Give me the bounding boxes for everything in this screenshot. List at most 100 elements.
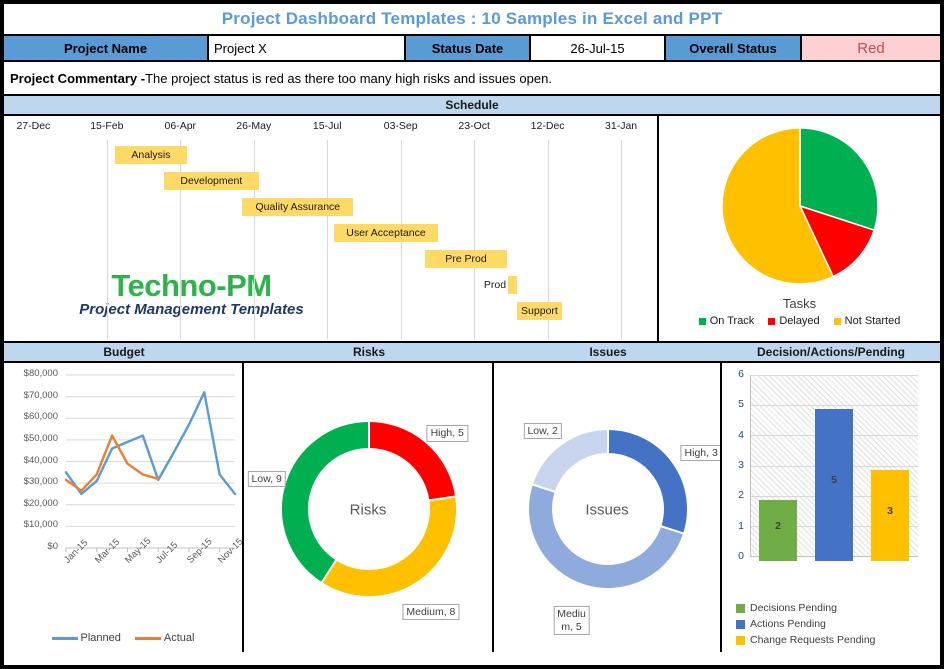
- budget-section-title: Budget: [4, 343, 244, 361]
- legend-swatch: [768, 318, 775, 325]
- donut-slice[interactable]: [528, 484, 684, 589]
- page-title: Project Dashboard Templates : 10 Samples…: [222, 9, 722, 29]
- gantt-task-bar[interactable]: Quality Assurance: [242, 198, 353, 216]
- gantt-task-bar[interactable]: Analysis: [115, 146, 187, 164]
- commentary-label: Project Commentary -: [10, 71, 145, 86]
- gantt-task-bar[interactable]: Pre Prod: [425, 250, 507, 268]
- commentary-text: The project status is red as there too m…: [145, 71, 552, 86]
- gantt-task-bar[interactable]: Development: [164, 172, 259, 190]
- decisions-plot: 0123456 253 Decisions PendingActions Pen…: [722, 363, 940, 652]
- bar-y-tick: 2: [722, 489, 744, 501]
- gantt-axis-tick: 15-Jul: [313, 120, 342, 132]
- decisions-legend: Decisions Pending Actions Pending Change R…: [736, 602, 876, 646]
- gantt-task-label: Quality Assurance: [256, 201, 341, 213]
- bar-gridline: [751, 405, 918, 406]
- legend-item[interactable]: Actions Pending: [736, 618, 876, 630]
- legend-label: On Track: [710, 315, 755, 327]
- legend-swatch: [736, 604, 745, 613]
- risks-section-title: Risks: [244, 343, 494, 361]
- budget-y-tick: $50,000: [4, 433, 58, 444]
- budget-y-tick: $40,000: [4, 455, 58, 466]
- project-commentary: Project Commentary - The project status …: [4, 62, 940, 96]
- dashboard-title-bar: Project Dashboard Templates : 10 Samples…: [4, 4, 940, 36]
- donut-slice[interactable]: [321, 496, 457, 597]
- tasks-pie-legend: On Track Delayed Not Started: [699, 315, 901, 327]
- project-name-field[interactable]: Project X: [209, 36, 406, 60]
- donut-data-label: Medium, 8: [402, 604, 459, 620]
- gantt-axis: 27-Dec15-Feb06-Apr26-May15-Jul03-Sep23-O…: [4, 116, 657, 140]
- gantt-task-bar[interactable]: Prod: [508, 276, 516, 294]
- donut-data-label: High, 5: [427, 425, 468, 441]
- legend-item[interactable]: Actual: [135, 632, 195, 644]
- decisions-section-title: Decision/Actions/Pending: [722, 343, 940, 361]
- gantt-task-label: Prod: [484, 279, 508, 291]
- budget-series-line: [66, 436, 158, 491]
- legend-item[interactable]: Planned: [52, 632, 121, 644]
- risks-chart: Risks High, 5 Medium, 8 Low, 9: [244, 363, 494, 652]
- donut-data-label: Low, 2: [523, 423, 561, 439]
- status-date-field[interactable]: 26-Jul-15: [531, 36, 666, 60]
- gantt-chart: 27-Dec15-Feb06-Apr26-May15-Jul03-Sep23-O…: [4, 116, 659, 341]
- watermark: Techno-PM Project Management Templates: [59, 268, 324, 318]
- gantt-task-bar[interactable]: User Acceptance: [334, 224, 438, 242]
- budget-y-tick: $10,000: [4, 519, 58, 530]
- budget-y-tick: $80,000: [4, 368, 58, 379]
- project-name-label: Project Name: [4, 36, 209, 60]
- budget-chart: $0$10,000$20,000$30,000$40,000$50,000$60…: [4, 363, 244, 652]
- legend-item[interactable]: Decisions Pending: [736, 602, 876, 614]
- legend-swatch: [834, 318, 841, 325]
- watermark-tagline: Project Management Templates: [59, 301, 324, 318]
- bar-y-tick: 4: [722, 429, 744, 441]
- budget-y-tick: $30,000: [4, 476, 58, 487]
- legend-item[interactable]: On Track: [699, 315, 755, 327]
- legend-swatch: [699, 318, 706, 325]
- budget-y-tick: $70,000: [4, 390, 58, 401]
- gantt-gridline: [327, 140, 328, 339]
- legend-label: Not Started: [845, 315, 901, 327]
- gantt-task-label: User Acceptance: [346, 227, 425, 239]
- budget-y-tick: $0: [4, 541, 58, 552]
- tasks-pie-title: Tasks: [783, 296, 816, 311]
- legend-line: [52, 637, 78, 640]
- donut-data-label: Low, 9: [248, 471, 286, 487]
- gantt-axis-tick: 31-Jan: [605, 120, 637, 132]
- gantt-task-label: Support: [521, 305, 558, 317]
- gantt-axis-tick: 23-Oct: [458, 120, 490, 132]
- legend-label: Decisions Pending: [750, 602, 837, 614]
- watermark-brand: Techno-PM: [59, 268, 324, 304]
- issues-chart: Issues High, 3Medium, 5Low, 2: [494, 363, 722, 652]
- budget-legend: Planned Actual: [4, 632, 242, 644]
- gantt-task-bar[interactable]: Support: [517, 302, 563, 320]
- risks-donut: Risks High, 5 Medium, 8 Low, 9: [244, 363, 492, 652]
- gantt-task-label: Development: [180, 175, 242, 187]
- gantt-axis-tick: 26-May: [236, 120, 271, 132]
- gantt-gridline: [621, 140, 622, 339]
- legend-item[interactable]: Delayed: [768, 315, 819, 327]
- bottom-section-header-band: Budget Risks Issues Decision/Actions/Pen…: [4, 343, 940, 363]
- gantt-plot: Techno-PM Project Management Templates A…: [4, 140, 657, 341]
- status-badge: Red: [802, 36, 940, 60]
- schedule-section-header: Schedule: [4, 96, 940, 116]
- legend-label: Delayed: [779, 315, 819, 327]
- legend-swatch: [736, 620, 745, 629]
- bar-gridline: [751, 375, 918, 376]
- overall-status-label: Overall Status: [666, 36, 802, 60]
- budget-y-tick: $60,000: [4, 411, 58, 422]
- gantt-gridline: [474, 140, 475, 339]
- schedule-section-title: Schedule: [4, 96, 940, 114]
- legend-swatch: [736, 636, 745, 645]
- project-dashboard: Project Dashboard Templates : 10 Samples…: [0, 0, 944, 669]
- budget-plot: $0$10,000$20,000$30,000$40,000$50,000$60…: [4, 363, 242, 652]
- gantt-axis-tick: 15-Feb: [90, 120, 123, 132]
- bar-value-label: 5: [831, 474, 837, 486]
- legend-item[interactable]: Change Requests Pending: [736, 634, 876, 646]
- gantt-gridline: [180, 140, 181, 339]
- donut-data-label: High, 3: [681, 445, 722, 461]
- project-info-row: Project Name Project X Status Date 26-Ju…: [4, 36, 940, 62]
- gantt-task-label: Pre Prod: [445, 253, 486, 265]
- gantt-task-label: Analysis: [131, 149, 170, 161]
- status-date-label: Status Date: [406, 36, 531, 60]
- donut-data-label: Medium, 5: [553, 606, 590, 634]
- risks-center-label: Risks: [350, 502, 387, 519]
- legend-item[interactable]: Not Started: [834, 315, 901, 327]
